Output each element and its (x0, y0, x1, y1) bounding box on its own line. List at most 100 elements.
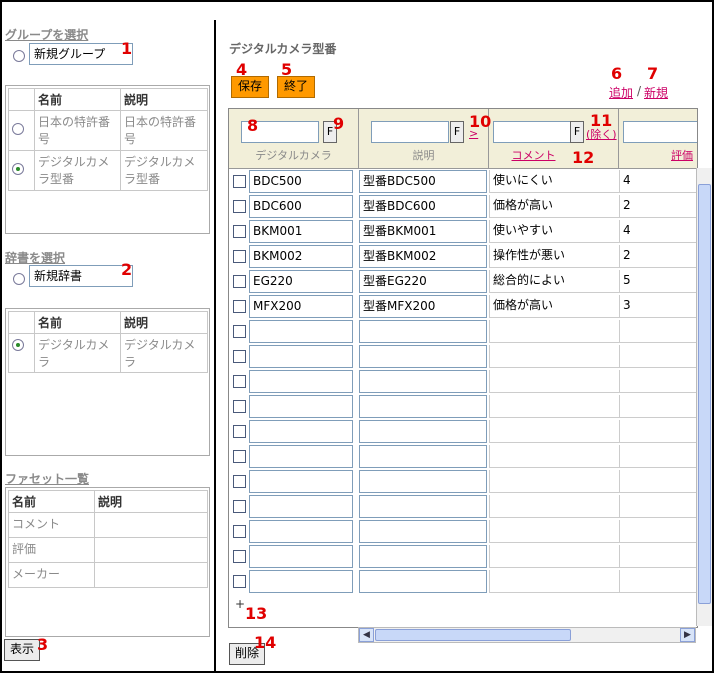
comment-cell[interactable] (489, 520, 619, 543)
desc-cell[interactable] (359, 420, 487, 443)
rating-cell[interactable] (619, 395, 697, 418)
row-checkbox[interactable] (233, 425, 246, 438)
model-cell[interactable] (249, 545, 353, 568)
model-cell[interactable] (249, 420, 353, 443)
desc-cell[interactable]: 型番EG220 (359, 270, 487, 293)
vertical-scroll-thumb[interactable] (698, 184, 711, 604)
new-link[interactable]: 新規 (644, 84, 668, 101)
rating-cell[interactable]: 5 (619, 270, 697, 293)
desc-cell[interactable] (359, 545, 487, 568)
model-cell[interactable]: EG220 (249, 270, 353, 293)
comment-cell[interactable] (489, 395, 619, 418)
model-cell[interactable] (249, 395, 353, 418)
rating-cell[interactable] (619, 570, 697, 593)
row-checkbox[interactable] (233, 200, 246, 213)
desc-cell[interactable]: 型番BDC500 (359, 170, 487, 193)
exit-button[interactable]: 終了 (277, 76, 315, 98)
desc-cell[interactable] (359, 345, 487, 368)
comment-cell[interactable] (489, 470, 619, 493)
facet-row-name[interactable]: メーカー (8, 562, 95, 588)
desc-filter-button[interactable]: F (450, 121, 464, 143)
comment-cell[interactable]: 使いやすい (489, 220, 619, 243)
add-link[interactable]: 追加 (609, 84, 633, 101)
comment-cell[interactable]: 使いにくい (489, 170, 619, 193)
rating-cell[interactable] (619, 520, 697, 543)
row-checkbox[interactable] (233, 325, 246, 338)
rating-cell[interactable]: 4 (619, 170, 697, 193)
model-cell[interactable] (249, 470, 353, 493)
desc-cell[interactable] (359, 495, 487, 518)
row-checkbox[interactable] (233, 375, 246, 388)
row-checkbox[interactable] (233, 275, 246, 288)
group-row-name[interactable]: 日本の特許番号 (34, 110, 121, 151)
row-checkbox[interactable] (233, 400, 246, 413)
model-cell[interactable]: MFX200 (249, 295, 353, 318)
new-dict-input[interactable]: 新規辞書 (29, 265, 133, 287)
rating-cell[interactable] (619, 470, 697, 493)
rating-cell[interactable] (619, 420, 697, 443)
row-checkbox[interactable] (233, 475, 246, 488)
save-button[interactable]: 保存 (231, 76, 269, 98)
comment-filter-button[interactable]: F (570, 121, 584, 143)
new-group-radio[interactable] (13, 50, 25, 62)
desc-cell[interactable]: 型番BKM002 (359, 245, 487, 268)
group-row-radio[interactable] (12, 123, 24, 135)
comment-cell[interactable] (489, 570, 619, 593)
model-cell[interactable]: BKM002 (249, 245, 353, 268)
group-row-radio[interactable] (12, 163, 24, 175)
row-checkbox[interactable] (233, 225, 246, 238)
model-cell[interactable] (249, 570, 353, 593)
desc-cell[interactable] (359, 395, 487, 418)
row-checkbox[interactable] (233, 550, 246, 563)
desc-cell[interactable] (359, 370, 487, 393)
comment-cell[interactable]: 総合的によい (489, 270, 619, 293)
row-checkbox[interactable] (233, 450, 246, 463)
row-checkbox[interactable] (233, 350, 246, 363)
row-checkbox[interactable] (233, 250, 246, 263)
new-dict-radio[interactable] (13, 273, 25, 285)
desc-cell[interactable] (359, 520, 487, 543)
horizontal-scrollbar[interactable]: ◀ ▶ (358, 627, 696, 643)
rating-cell[interactable] (619, 370, 697, 393)
comment-cell[interactable] (489, 320, 619, 343)
desc-cell[interactable] (359, 570, 487, 593)
rating-cell[interactable] (619, 445, 697, 468)
row-checkbox[interactable] (233, 175, 246, 188)
comment-cell[interactable] (489, 345, 619, 368)
add-row-button[interactable]: + (235, 597, 245, 611)
rating-cell[interactable] (619, 345, 697, 368)
scroll-right-button[interactable]: ▶ (680, 628, 695, 642)
new-group-input[interactable]: 新規グループ (29, 43, 133, 65)
model-cell[interactable] (249, 495, 353, 518)
row-checkbox[interactable] (233, 525, 246, 538)
rating-column-label[interactable]: 評価 (671, 147, 697, 163)
rating-cell[interactable] (619, 545, 697, 568)
comment-cell[interactable] (489, 370, 619, 393)
comment-cell[interactable]: 価格が高い (489, 295, 619, 318)
rating-cell[interactable]: 3 (619, 295, 697, 318)
row-checkbox[interactable] (233, 500, 246, 513)
facet-row-name[interactable]: 評価 (8, 537, 95, 563)
rating-cell[interactable] (619, 495, 697, 518)
model-cell[interactable]: BKM001 (249, 220, 353, 243)
comment-column-label[interactable]: コメント (489, 147, 578, 163)
model-cell[interactable] (249, 370, 353, 393)
rating-cell[interactable]: 2 (619, 245, 697, 268)
row-checkbox[interactable] (233, 300, 246, 313)
rating-cell[interactable]: 4 (619, 220, 697, 243)
horizontal-scroll-thumb[interactable] (375, 629, 571, 641)
dict-row-radio[interactable] (12, 339, 24, 351)
vertical-scrollbar[interactable] (696, 168, 712, 626)
row-checkbox[interactable] (233, 575, 246, 588)
model-cell[interactable]: BDC600 (249, 195, 353, 218)
scroll-left-button[interactable]: ◀ (359, 628, 374, 642)
comment-cell[interactable] (489, 445, 619, 468)
comment-filter-input[interactable] (493, 121, 571, 143)
desc-cell[interactable] (359, 445, 487, 468)
desc-filter-input[interactable] (371, 121, 449, 143)
comment-cell[interactable] (489, 545, 619, 568)
model-cell[interactable]: BDC500 (249, 170, 353, 193)
show-button[interactable]: 表示 (4, 639, 40, 661)
model-cell[interactable] (249, 520, 353, 543)
desc-cell[interactable] (359, 470, 487, 493)
